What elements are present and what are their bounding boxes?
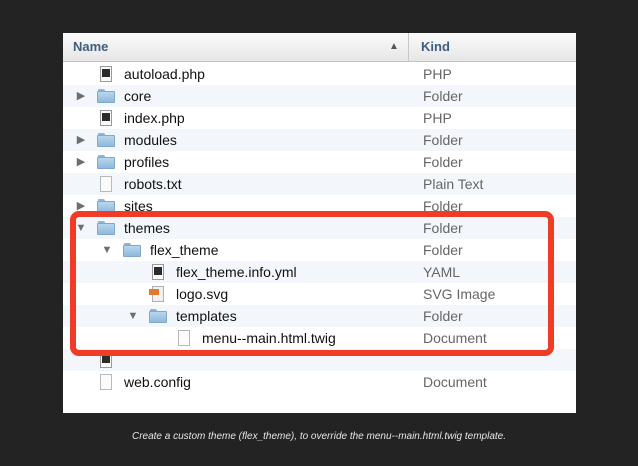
folder-icon [149,308,167,324]
file-name: sites [124,198,153,214]
name-column-label: Name [73,39,109,54]
file-row[interactable]: ▶ profiles Folder [63,151,576,173]
php-file-icon [97,110,115,126]
file-name: modules [124,132,177,148]
file-kind: Document [423,374,487,390]
file-kind: Folder [423,220,463,236]
text-file-icon [97,176,115,192]
file-name: logo.svg [176,286,229,302]
file-kind: Plain Text [423,176,484,192]
disclosure-expanded-icon[interactable]: ▼ [127,309,139,323]
file-kind: PHP [423,110,452,126]
folder-icon [97,132,115,148]
file-name: index.php [124,110,185,126]
column-header: Name ▲ Kind [63,33,576,62]
file-kind: SVG Image [423,286,496,302]
file-name: templates [176,308,237,324]
php-file-icon [97,66,115,82]
php-file-icon [97,352,115,368]
file-row[interactable]: menu--main.html.twig Document [63,327,576,349]
file-row[interactable] [63,349,576,371]
disclosure-expanded-icon[interactable]: ▼ [75,221,87,235]
file-kind: Folder [423,132,463,148]
file-kind: Folder [423,88,463,104]
file-name: menu--main.html.twig [202,330,336,346]
file-row[interactable]: flex_theme.info.yml YAML [63,261,576,283]
file-name: themes [124,220,170,236]
file-kind: Folder [423,308,463,324]
slide-caption: Create a custom theme (flex_theme), to o… [131,431,507,442]
document-icon [97,374,115,390]
folder-icon [123,242,141,258]
file-name: robots.txt [124,176,182,192]
file-kind: Folder [423,154,463,170]
disclosure-collapsed-icon[interactable]: ▶ [75,89,87,103]
folder-icon [97,220,115,236]
file-name: web.config [124,374,191,390]
file-kind: YAML [423,264,461,280]
file-row[interactable]: ▼ themes Folder [63,217,576,239]
finder-list-view: Name ▲ Kind autoload.php PHP ▶ core Folder in… [63,33,576,413]
folder-icon [97,88,115,104]
kind-column-header[interactable]: Kind [409,33,576,61]
svg-image-icon [149,286,167,302]
file-row[interactable]: web.config Document [63,371,576,393]
file-row[interactable]: ▶ core Folder [63,85,576,107]
file-row[interactable]: autoload.php PHP [63,63,576,85]
disclosure-collapsed-icon[interactable]: ▶ [75,155,87,169]
disclosure-expanded-icon[interactable]: ▼ [101,243,113,257]
kind-column-label: Kind [421,39,450,54]
file-kind: Folder [423,242,463,258]
sort-ascending-icon: ▲ [389,41,399,52]
file-row[interactable]: ▶ sites Folder [63,195,576,217]
document-icon [175,330,193,346]
yaml-file-icon [149,264,167,280]
file-row[interactable]: ▶ modules Folder [63,129,576,151]
file-name: autoload.php [124,66,205,82]
file-name: flex_theme [150,242,219,258]
file-name: profiles [124,154,170,170]
file-row[interactable]: robots.txt Plain Text [63,173,576,195]
folder-icon [97,154,115,170]
disclosure-collapsed-icon[interactable]: ▶ [75,133,87,147]
file-row[interactable]: ▼ flex_theme Folder [63,239,576,261]
folder-icon [97,198,115,214]
disclosure-collapsed-icon[interactable]: ▶ [75,199,87,213]
file-row[interactable]: index.php PHP [63,107,576,129]
file-kind: Folder [423,198,463,214]
file-row[interactable]: logo.svg SVG Image [63,283,576,305]
name-column-header[interactable]: Name ▲ [63,33,409,61]
file-name: flex_theme.info.yml [176,264,297,280]
file-kind: Document [423,330,487,346]
file-list: autoload.php PHP ▶ core Folder index.php PHP ▶ m… [63,63,576,393]
file-row[interactable]: ▼ templates Folder [63,305,576,327]
file-name: core [124,88,152,104]
file-kind: PHP [423,66,452,82]
